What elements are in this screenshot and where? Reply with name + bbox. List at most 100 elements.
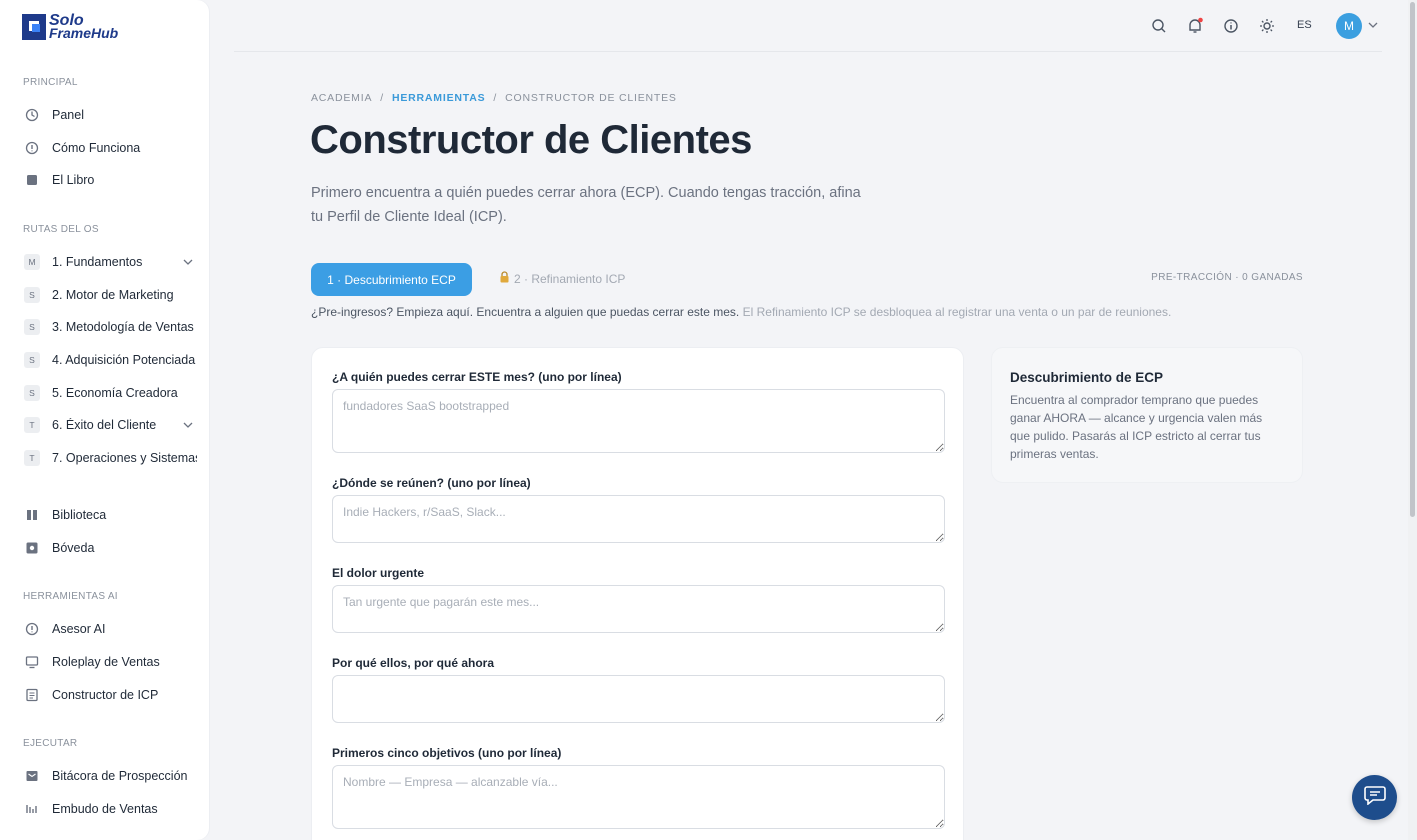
sidebar-item-embudo[interactable]: Embudo de Ventas: [22, 796, 197, 822]
sidebar-item-bitacora[interactable]: Bitácora de Prospección: [22, 763, 197, 789]
sidebar-item-biblioteca[interactable]: Biblioteca: [22, 502, 197, 528]
chat-button[interactable]: [1352, 775, 1397, 820]
info-body: Encuentra al comprador temprano que pued…: [1010, 393, 1263, 461]
who-input[interactable]: [332, 389, 945, 453]
scrollbar[interactable]: [1408, 0, 1417, 840]
sidebar-item-label: 4. Adquisición Potenciada: [52, 353, 196, 367]
sidebar-item-motor-marketing[interactable]: S 2. Motor de Marketing: [22, 282, 197, 308]
chat-icon: [1363, 785, 1386, 810]
bars-icon: [22, 799, 42, 819]
sidebar-item-fundamentos[interactable]: M 1. Fundamentos: [22, 249, 197, 275]
sidebar-item-label: Panel: [52, 108, 84, 122]
section-title-ejecutar: EJECUTAR: [23, 738, 78, 749]
ecp-form: ¿A quién puedes cerrar ESTE mes? (uno po…: [311, 347, 964, 840]
breadcrumb-current: CONSTRUCTOR DE CLIENTES: [505, 92, 677, 104]
sidebar-item-operaciones[interactable]: T 7. Operaciones y Sistemas: [22, 445, 197, 471]
sidebar-item-label: El Libro: [52, 173, 95, 187]
sidebar-item-label: Constructor de ICP: [52, 688, 159, 702]
tab-refinamiento-icp[interactable]: 2 · Refinamiento ICP: [499, 271, 625, 286]
logo-mark-icon: [22, 14, 46, 40]
sidebar-item-label: Bitácora de Prospección: [52, 769, 188, 783]
where-input[interactable]: [332, 495, 945, 543]
hint-muted: El Refinamiento ICP se desbloquea al reg…: [742, 305, 1172, 319]
level-badge: S: [24, 319, 40, 335]
targets-input[interactable]: [332, 765, 945, 829]
notifications-icon[interactable]: [1186, 17, 1204, 35]
sidebar-item-label: 2. Motor de Marketing: [52, 288, 174, 302]
level-badge: M: [24, 254, 40, 270]
breadcrumb-herramientas[interactable]: HERRAMIENTAS: [392, 92, 485, 104]
sidebar-item-label: 7. Operaciones y Sistemas: [52, 451, 197, 465]
breadcrumb-separator: /: [493, 92, 498, 104]
sidebar-item-metodologia-ventas[interactable]: S 3. Metodología de Ventas: [22, 314, 197, 340]
sidebar-item-adquisicion[interactable]: S 4. Adquisición Potenciada: [22, 347, 197, 373]
field-label-who: ¿A quién puedes cerrar ESTE mes? (uno po…: [332, 370, 622, 384]
monitor-icon: [22, 652, 42, 672]
level-badge: T: [24, 450, 40, 466]
info-icon: [22, 138, 42, 158]
lock-icon: [499, 271, 510, 286]
sidebar-item-constructor-icp[interactable]: Constructor de ICP: [22, 682, 197, 708]
sidebar-item-panel[interactable]: Panel: [22, 102, 197, 128]
theme-toggle-icon[interactable]: [1258, 17, 1276, 35]
why-now-input[interactable]: [332, 675, 945, 723]
inbox-icon: [22, 766, 42, 786]
tab-descubrimiento-ecp[interactable]: 1 · Descubrimiento ECP: [311, 263, 472, 296]
sidebar-item-label: 5. Economía Creadora: [52, 386, 178, 400]
sidebar-item-label: Embudo de Ventas: [52, 802, 158, 816]
sidebar-item-label: 6. Éxito del Cliente: [52, 418, 157, 432]
info-title: Descubrimiento de ECP: [1010, 370, 1164, 385]
field-label-where: ¿Dónde se reúnen? (uno por línea): [332, 476, 531, 490]
scrollbar-thumb[interactable]: [1410, 2, 1415, 517]
breadcrumb-academia[interactable]: ACADEMIA: [311, 92, 372, 104]
language-switcher[interactable]: ES: [1297, 19, 1312, 31]
pain-input[interactable]: [332, 585, 945, 633]
search-icon[interactable]: [1150, 17, 1168, 35]
brand-logo[interactable]: Solo FrameHub: [22, 13, 119, 41]
tab-label: 2 · Refinamiento ICP: [514, 271, 626, 286]
hint-text: ¿Pre-ingresos? Empieza aquí. Encuentra a…: [311, 305, 1171, 319]
section-title-rutas: RUTAS DEL OS: [23, 224, 99, 235]
chevron-down-icon[interactable]: [1368, 20, 1378, 31]
sidebar-item-economia-creadora[interactable]: S 5. Economía Creadora: [22, 380, 197, 406]
avatar[interactable]: M: [1336, 13, 1362, 39]
dashboard-icon: [22, 105, 42, 125]
sidebar-item-asesor-ai[interactable]: Asesor AI: [22, 616, 197, 642]
level-badge: S: [24, 352, 40, 368]
breadcrumb-separator: /: [380, 92, 384, 104]
document-icon: [22, 685, 42, 705]
level-badge: S: [24, 287, 40, 303]
hint-main: ¿Pre-ingresos? Empieza aquí. Encuentra a…: [311, 305, 740, 319]
info-icon[interactable]: [1222, 17, 1240, 35]
vault-icon: [22, 538, 42, 558]
library-icon: [22, 505, 42, 525]
breadcrumb: ACADEMIA / HERRAMIENTAS / CONSTRUCTOR DE…: [311, 92, 677, 104]
chevron-down-icon[interactable]: [183, 257, 197, 268]
field-label-pain: El dolor urgente: [332, 566, 425, 580]
field-label-why-now: Por qué ellos, por qué ahora: [332, 656, 495, 670]
topbar-divider: [234, 51, 1382, 52]
page-title: Constructor de Clientes: [310, 118, 752, 162]
sidebar-item-label: Bóveda: [52, 541, 95, 555]
sidebar-item-roleplay[interactable]: Roleplay de Ventas: [22, 649, 197, 675]
sidebar: Solo FrameHub PRINCIPAL Panel Cómo Funci…: [0, 0, 209, 840]
brand-line-2: FrameHub: [49, 25, 119, 41]
sidebar-item-el-libro[interactable]: El Libro: [22, 167, 197, 193]
sidebar-item-label: Roleplay de Ventas: [52, 655, 160, 669]
advisor-icon: [22, 619, 42, 639]
traction-status: PRE-TRACCIÓN · 0 GANADAS: [1151, 272, 1303, 283]
sidebar-item-como-funciona[interactable]: Cómo Funciona: [22, 135, 197, 161]
sidebar-item-label: 1. Fundamentos: [52, 255, 143, 269]
sidebar-item-label: 3. Metodología de Ventas: [52, 320, 194, 334]
sidebar-item-exito-cliente[interactable]: T 6. Éxito del Cliente: [22, 412, 197, 438]
sidebar-item-label: Asesor AI: [52, 622, 106, 636]
level-badge: S: [24, 385, 40, 401]
section-title-herramientas: HERRAMIENTAS AI: [23, 591, 118, 602]
section-title-principal: PRINCIPAL: [23, 77, 78, 88]
level-badge: T: [24, 417, 40, 433]
sidebar-item-boveda[interactable]: Bóveda: [22, 535, 197, 561]
sidebar-item-label: Cómo Funciona: [52, 141, 141, 155]
info-card: Descubrimiento de ECP Encuentra al compr…: [991, 347, 1303, 483]
chevron-down-icon[interactable]: [183, 420, 197, 431]
page-subtitle: Primero encuentra a quién puedes cerrar …: [311, 185, 861, 225]
